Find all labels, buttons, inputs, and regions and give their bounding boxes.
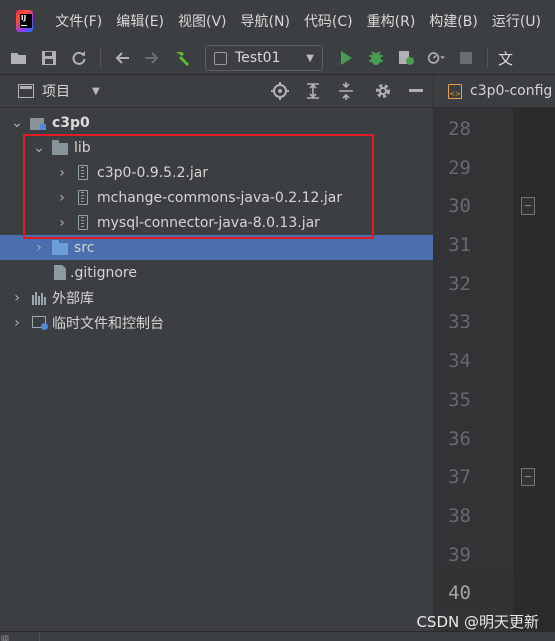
bottom-tool-bar: 调 [0, 631, 555, 641]
menu-edit[interactable]: 编辑(E) [116, 11, 164, 31]
locate-target-icon[interactable] [271, 82, 289, 100]
fold-marker-icon[interactable] [521, 197, 535, 215]
chevron-right-icon[interactable]: › [10, 290, 24, 306]
line-number: 33 [448, 311, 471, 333]
line-number: 28 [448, 118, 471, 140]
tree-node-c3p0[interactable]: ⌄ c3p0 [0, 110, 433, 135]
line-number: 35 [448, 389, 471, 411]
profiler-icon[interactable] [427, 49, 445, 67]
fold-marker-icon[interactable] [521, 468, 535, 486]
editor-content-area[interactable] [513, 108, 555, 641]
expand-all-icon[interactable] [304, 82, 322, 100]
line-number: 29 [448, 157, 471, 179]
tree-node-label: 临时文件和控制台 [52, 315, 164, 332]
main-toolbar: Test01 ▼ 文 [0, 42, 555, 74]
tree-node-scratches[interactable]: › 临时文件和控制台 [0, 310, 433, 335]
menu-file[interactable]: 文件(F) [55, 11, 102, 31]
csdn-watermark: CSDN @明天更新 [416, 613, 539, 631]
save-icon[interactable] [40, 49, 58, 67]
tree-node-label: c3p0 [52, 114, 90, 131]
line-number: 38 [448, 505, 471, 527]
debug-bug-icon[interactable] [367, 49, 385, 67]
intellij-logo: IJ [16, 10, 34, 32]
menu-code[interactable]: 代码(C) [304, 11, 353, 31]
scratches-icon [32, 315, 48, 330]
source-folder-icon [52, 239, 68, 255]
line-number: 36 [448, 428, 471, 450]
tree-node-gitignore[interactable]: .gitignore [0, 260, 433, 285]
run-configuration-selector[interactable]: Test01 ▼ [205, 45, 323, 71]
run-config-icon [214, 51, 227, 65]
tree-node-external-libraries[interactable]: › 外部库 [0, 285, 433, 310]
menu-run[interactable]: 运行(U) [492, 11, 541, 31]
project-view-icon [18, 84, 34, 98]
line-number: 30 [448, 195, 471, 217]
open-folder-icon[interactable] [10, 49, 28, 67]
menu-build[interactable]: 构建(B) [429, 11, 478, 31]
project-panel-title[interactable]: 项目 [42, 81, 70, 101]
chevron-down-icon[interactable]: ⌄ [10, 115, 24, 131]
tree-node-label: .gitignore [70, 264, 137, 281]
line-number: 31 [448, 234, 471, 256]
menu-refactor[interactable]: 重构(R) [367, 11, 416, 31]
annotation-highlight-box [23, 134, 374, 239]
line-number: 32 [448, 273, 471, 295]
run-config-label: Test01 [235, 50, 281, 66]
translate-icon[interactable]: 文 [498, 48, 513, 69]
external-libraries-icon [32, 291, 48, 305]
git-file-icon [52, 265, 68, 280]
build-hammer-icon[interactable] [173, 49, 191, 67]
stop-icon[interactable] [457, 49, 475, 67]
collapse-all-icon[interactable] [337, 82, 355, 100]
chevron-down-icon[interactable]: ▼ [92, 86, 100, 97]
back-arrow-icon[interactable] [113, 49, 131, 67]
xml-file-icon: <> [448, 83, 462, 99]
toolbar-separator [100, 48, 101, 68]
project-panel-header: 项目 ▼ [0, 75, 433, 108]
line-number: 34 [448, 350, 471, 372]
sync-icon[interactable] [70, 49, 88, 67]
chevron-down-icon: ▼ [306, 52, 314, 64]
line-number: 37 [448, 466, 471, 488]
line-number: 39 [448, 544, 471, 566]
toolbar-separator [487, 48, 488, 68]
menu-view[interactable]: 视图(V) [178, 11, 227, 31]
editor-gutter: 28 29 30 31 32 33 34 35 36 37 38 39 40 [434, 108, 555, 641]
module-icon [30, 116, 46, 130]
forward-arrow-icon[interactable] [143, 49, 161, 67]
hide-panel-icon[interactable] [407, 82, 425, 100]
editor-tab-bar: <> c3p0-config [434, 75, 555, 108]
settings-gear-icon[interactable] [374, 82, 392, 100]
tree-node-label: 外部库 [52, 290, 94, 307]
menu-navigate[interactable]: 导航(N) [241, 11, 290, 31]
chevron-right-icon[interactable]: › [32, 240, 46, 256]
tree-node-label: src [74, 239, 95, 256]
coverage-icon[interactable] [397, 49, 415, 67]
editor-tab-label[interactable]: c3p0-config [470, 83, 552, 99]
chevron-right-icon[interactable]: › [10, 315, 24, 331]
menu-bar: IJ 文件(F) 编辑(E) 视图(V) 导航(N) 代码(C) 重构(R) 构… [0, 0, 555, 42]
run-icon[interactable] [337, 49, 355, 67]
line-number: 40 [448, 582, 471, 604]
bottom-tool-tab[interactable]: 调 [0, 633, 40, 641]
